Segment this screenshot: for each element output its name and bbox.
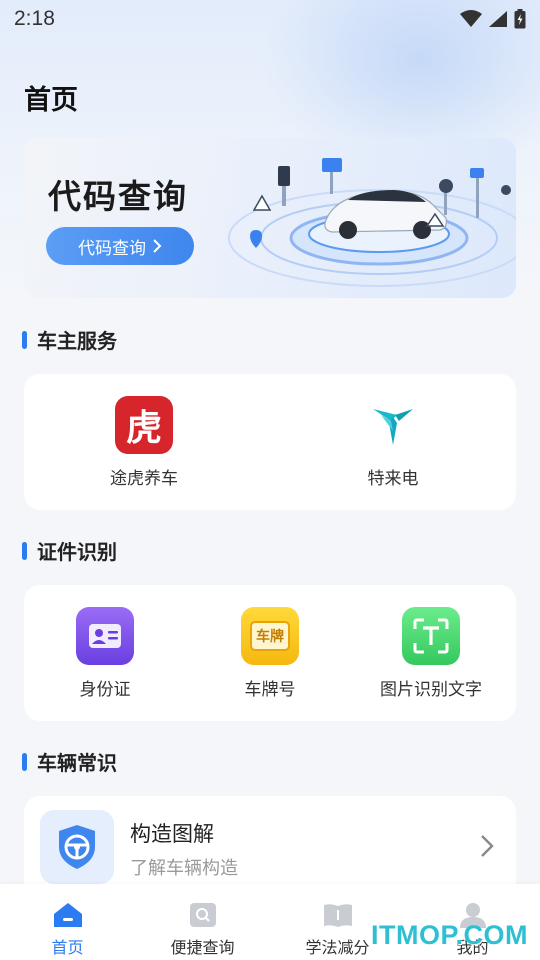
code-query-button-label: 代码查询 [78, 238, 146, 259]
page-title: 首页 [24, 85, 78, 116]
wifi-icon [460, 10, 482, 27]
chevron-right-icon [153, 239, 162, 253]
book-icon [323, 904, 352, 927]
nav-tab-quick-query[interactable]: 便捷查询 [135, 884, 270, 960]
banner-title: 代码查询 [48, 177, 188, 216]
code-query-button[interactable]: 代码查询 [46, 227, 194, 265]
recognize-id-card[interactable]: 身份证 [76, 607, 134, 700]
chevron-right-icon [481, 835, 494, 857]
home-icon [53, 903, 82, 927]
section-vehicle-knowledge: 车辆常识 [22, 747, 117, 776]
id-card-icon [76, 607, 134, 665]
service-label: 途虎养车 [110, 469, 178, 489]
section-marker [22, 752, 27, 771]
section-title: 车辆常识 [37, 751, 117, 775]
service-tuhu[interactable]: 虎 途虎养车 [110, 396, 178, 489]
nav-label: 学法减分 [305, 938, 370, 957]
status-time: 2:18 [14, 7, 55, 30]
nav-tab-home[interactable]: 首页 [0, 884, 135, 960]
steering-wheel-icon [40, 810, 114, 884]
cell-signal-icon [489, 11, 507, 27]
recognition-label: 图片识别文字 [380, 680, 482, 700]
recognize-image-text[interactable]: 图片识别文字 [380, 607, 482, 700]
search-doc-icon [189, 903, 216, 927]
recognition-label: 身份证 [79, 680, 131, 700]
service-label: 特来电 [367, 469, 419, 489]
status-icons [460, 9, 526, 29]
service-teld[interactable]: 特来电 [364, 396, 422, 489]
nav-label: 便捷查询 [170, 938, 235, 957]
section-title: 证件识别 [37, 540, 117, 564]
watermark: ITMOP.COM [370, 920, 528, 950]
recognition-label: 车牌号 [244, 680, 296, 700]
owner-services-card: 虎 途虎养车 特来电 [24, 374, 516, 510]
text-scan-icon [402, 607, 460, 665]
section-marker [22, 541, 27, 560]
section-marker [22, 330, 27, 349]
structure-diagram-item[interactable]: 构造图解 了解车辆构造 [24, 796, 516, 896]
license-plate-icon: 车牌 [241, 607, 299, 665]
recognize-license-plate[interactable]: 车牌 车牌号 [241, 607, 299, 700]
battery-icon [514, 9, 526, 29]
tuhu-tiger-icon: 虎 [115, 396, 173, 454]
code-query-banner[interactable]: 代码查询 代码查询 [24, 138, 516, 298]
list-item-title: 构造图解 [130, 822, 214, 846]
car-platform-illustration [228, 158, 516, 287]
section-title: 车主服务 [37, 329, 117, 353]
list-item-subtitle: 了解车辆构造 [130, 858, 238, 879]
section-owner-services: 车主服务 [22, 325, 117, 354]
nav-label: 首页 [51, 938, 84, 957]
teld-logo-icon [364, 396, 422, 454]
status-bar: 2:18 [0, 0, 540, 38]
section-id-recognition: 证件识别 [22, 536, 117, 565]
id-recognition-card: 身份证 车牌 车牌号 图片识别文字 [24, 585, 516, 721]
